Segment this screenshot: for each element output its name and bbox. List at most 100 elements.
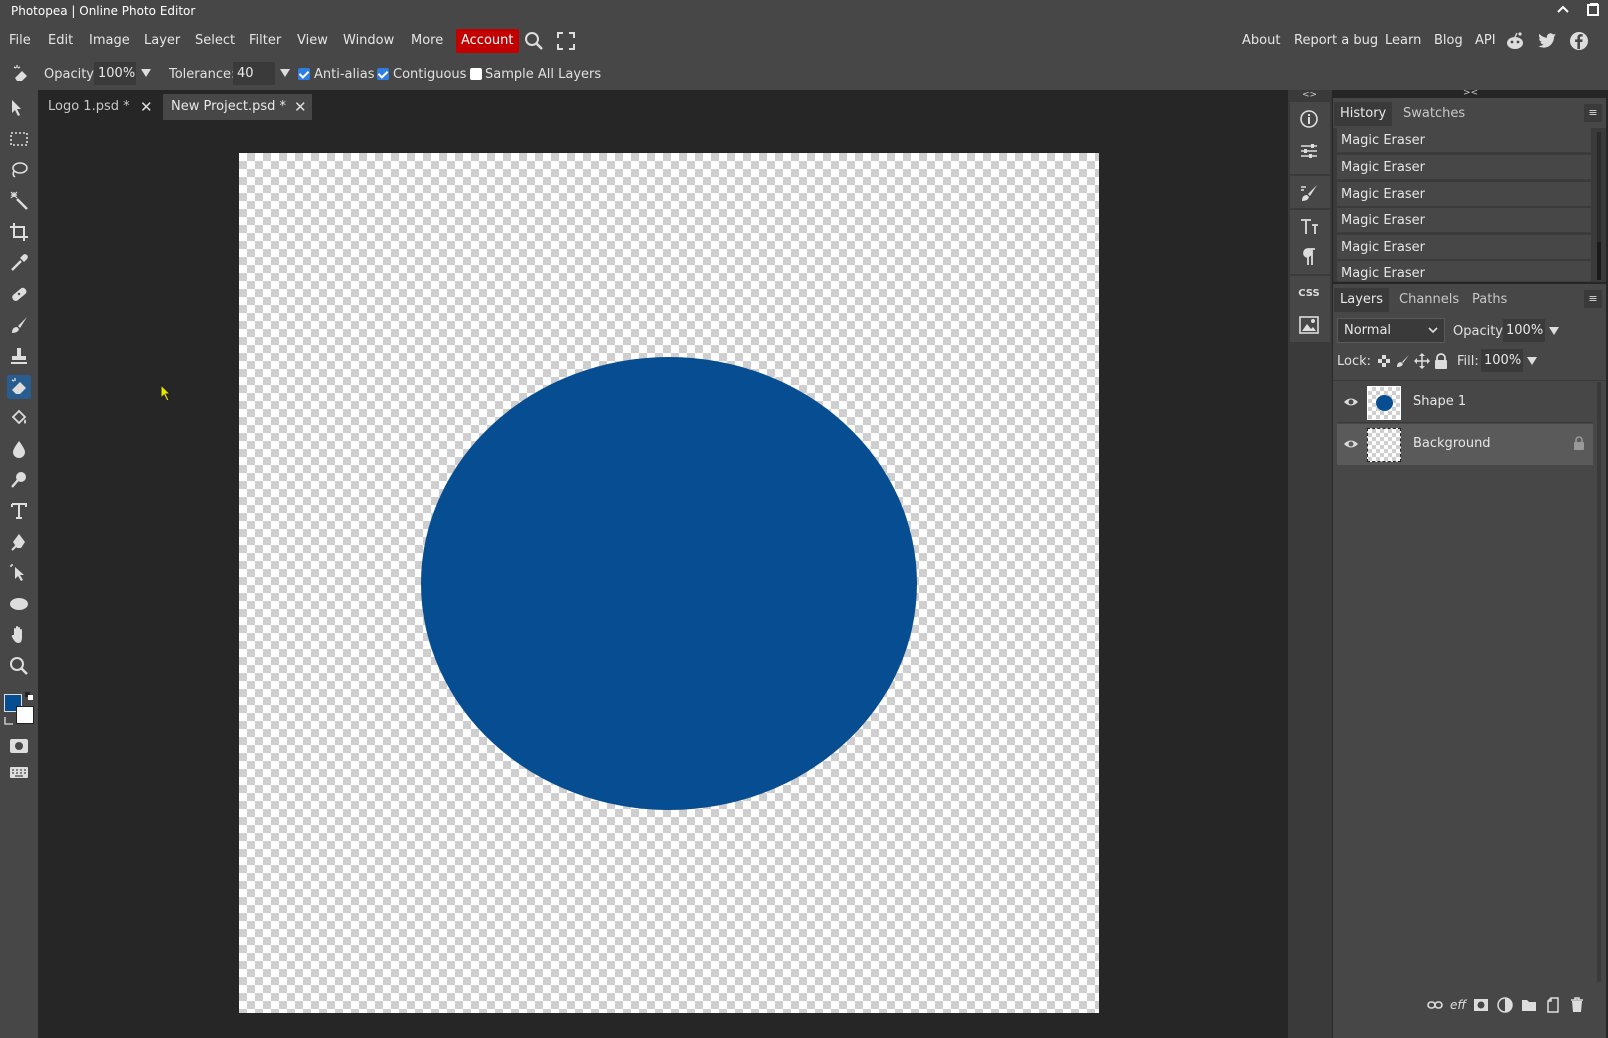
collapse-icon[interactable] [1556,2,1576,22]
brush-tool-icon[interactable] [7,313,31,337]
link-report-bug[interactable]: Report a bug [1294,33,1378,48]
tab-new-project[interactable]: New Project.psd * ✕ [163,94,312,120]
zoom-tool-icon[interactable] [7,654,31,678]
image-icon[interactable] [1292,310,1326,340]
opacity-input[interactable]: 100% [94,62,136,85]
eyedropper-tool-icon[interactable] [7,251,31,275]
layer-effects-icon[interactable]: eff [1448,996,1468,1014]
lock-transparency-icon[interactable] [1377,354,1391,368]
tab-history[interactable]: History [1334,102,1393,126]
history-menu-icon[interactable]: ≡ [1584,104,1602,122]
menu-select[interactable]: Select [195,33,235,48]
history-item[interactable]: Magic Eraser [1337,182,1591,207]
menu-more[interactable]: More [411,33,443,48]
account-button[interactable]: Account [456,29,519,53]
menu-file[interactable]: File [9,33,31,48]
layer-opacity-input[interactable]: 100% [1503,319,1545,342]
move-tool-icon[interactable] [7,96,31,120]
opacity-dropdown-icon[interactable] [141,68,151,78]
character-icon[interactable] [1292,212,1326,242]
close-icon[interactable]: ✕ [294,94,307,120]
link-api[interactable]: API [1475,33,1496,48]
paint-bucket-tool-icon[interactable] [7,406,31,430]
tab-paths[interactable]: Paths [1466,288,1513,312]
history-item[interactable]: Magic Eraser [1337,128,1591,153]
adjustments-icon[interactable] [1292,136,1326,166]
swap-colors-icon[interactable] [4,716,14,726]
css-icon[interactable]: CSS [1292,278,1326,308]
blur-tool-icon[interactable] [7,437,31,461]
eraser-tool-icon[interactable] [7,375,31,399]
shape-1-circle[interactable] [421,357,917,810]
ellipse-tool-icon[interactable] [7,592,31,616]
history-item[interactable]: Magic Eraser [1337,155,1591,180]
layer-opacity-dropdown-icon[interactable] [1549,326,1559,336]
layer-row-background[interactable]: Background [1337,424,1593,465]
tab-swatches[interactable]: Swatches [1397,102,1471,126]
adjustment-layer-icon[interactable] [1496,996,1514,1014]
clone-stamp-tool-icon[interactable] [7,344,31,368]
facebook-icon[interactable] [1569,31,1589,51]
menu-filter[interactable]: Filter [249,33,281,48]
tolerance-input[interactable]: 40 [233,62,275,85]
sample-all-layers-checkbox[interactable] [470,68,482,80]
canvas[interactable] [239,153,1099,1013]
quick-mask-icon[interactable] [7,734,31,758]
magic-wand-tool-icon[interactable] [7,189,31,213]
add-mask-icon[interactable] [1472,996,1490,1014]
marquee-tool-icon[interactable] [7,127,31,151]
default-colors-icon[interactable] [25,692,33,700]
reddit-icon[interactable] [1505,31,1525,51]
crop-tool-icon[interactable] [7,220,31,244]
link-about[interactable]: About [1242,33,1280,48]
hand-tool-icon[interactable] [7,623,31,647]
twitter-icon[interactable] [1537,31,1557,51]
layers-menu-icon[interactable]: ≡ [1584,290,1602,308]
delete-layer-icon[interactable] [1568,996,1586,1014]
background-color-swatch[interactable] [16,706,34,724]
menu-image[interactable]: Image [89,33,130,48]
brush-settings-icon[interactable] [1292,178,1326,208]
lock-position-icon[interactable] [1414,353,1430,369]
expand-panels-icon[interactable]: <> [1302,90,1317,100]
lock-pixels-icon[interactable] [1396,354,1410,368]
link-learn[interactable]: Learn [1385,33,1421,48]
lasso-tool-icon[interactable] [7,158,31,182]
tolerance-dropdown-icon[interactable] [280,68,290,78]
menu-layer[interactable]: Layer [144,33,180,48]
tab-channels[interactable]: Channels [1393,288,1465,312]
close-icon[interactable]: ✕ [140,94,153,120]
visibility-eye-icon[interactable] [1343,436,1359,452]
history-scrollbar-thumb[interactable] [1597,242,1601,280]
lock-all-icon[interactable] [1434,353,1448,369]
search-icon[interactable] [524,31,544,51]
menu-window[interactable]: Window [343,33,394,48]
dodge-tool-icon[interactable] [7,468,31,492]
fullscreen-icon[interactable] [557,32,575,50]
layer-row-shape-1[interactable]: Shape 1 [1337,382,1593,423]
fill-dropdown-icon[interactable] [1527,356,1537,366]
paragraph-icon[interactable] [1292,242,1326,272]
history-item[interactable]: Magic Eraser [1337,208,1591,233]
pen-tool-icon[interactable] [7,530,31,554]
collapse-panels-icon[interactable]: >< [1463,88,1478,98]
menu-edit[interactable]: Edit [48,33,73,48]
healing-brush-tool-icon[interactable] [7,282,31,306]
contiguous-checkbox[interactable] [377,68,389,80]
history-item[interactable]: Magic Eraser [1337,261,1591,282]
history-item[interactable]: Magic Eraser [1337,235,1591,260]
path-selection-tool-icon[interactable] [7,561,31,585]
new-folder-icon[interactable] [1520,996,1538,1014]
anti-alias-checkbox[interactable] [298,68,310,80]
visibility-eye-icon[interactable] [1343,394,1359,410]
fill-input[interactable]: 100% [1481,349,1523,372]
link-blog[interactable]: Blog [1434,33,1463,48]
link-layers-icon[interactable] [1426,996,1444,1014]
keyboard-icon[interactable] [7,760,31,784]
info-icon[interactable] [1292,104,1326,134]
magic-eraser-tool-icon[interactable] [11,64,31,84]
restore-window-icon[interactable] [1586,2,1606,22]
type-tool-icon[interactable] [7,499,31,523]
layers-scrollbar[interactable] [1597,382,1601,982]
menu-view[interactable]: View [297,33,328,48]
